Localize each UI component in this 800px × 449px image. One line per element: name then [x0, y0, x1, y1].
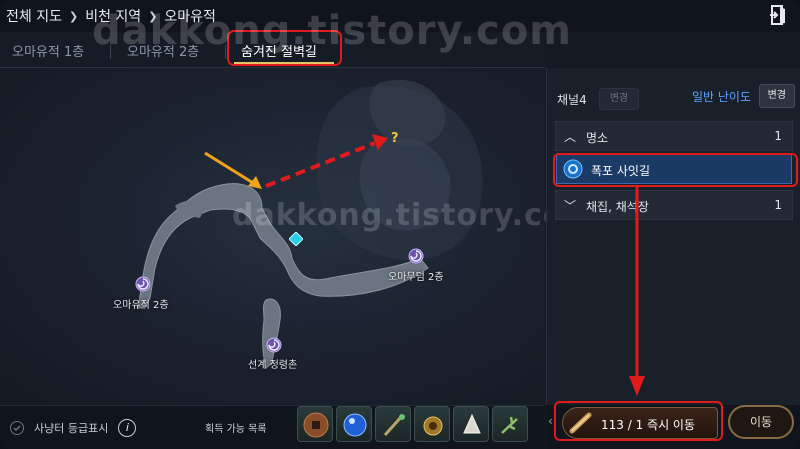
difficulty-change-button[interactable]: 변경 — [758, 84, 795, 108]
horn-icon[interactable] — [453, 406, 489, 442]
exit-door-icon[interactable] — [768, 4, 790, 26]
teleport-highlight-box — [554, 401, 723, 441]
channel-change-button[interactable]: 변경 — [598, 88, 640, 110]
tab-floor-1[interactable]: 오마유적 1층 — [12, 41, 84, 60]
map-terrain — [137, 79, 483, 369]
waypoint-icon[interactable] — [289, 232, 303, 246]
svg-text:?: ? — [391, 131, 399, 144]
map-view[interactable]: ? 오마유적 2층 오마무덤 2층 선계 정령촌 — [0, 68, 545, 405]
blue-orb-icon[interactable] — [336, 406, 372, 442]
amulet-icon[interactable] — [414, 406, 450, 442]
portal-icon[interactable] — [408, 248, 424, 264]
info-panel: 채널4 변경 일반 난이도 변경 ︿ 명소 1 폭포 사잇길 ﹀ 채집, 채석장… — [546, 68, 800, 405]
channel-row: 채널4 변경 — [557, 88, 640, 110]
branch-icon[interactable] — [492, 406, 528, 442]
chevron-down-icon: ﹀ — [564, 199, 577, 213]
section-gathering[interactable]: ﹀ 채집, 채석장 1 — [555, 190, 793, 220]
hunter-grade-label: 사냥터 등급표시 — [34, 422, 109, 435]
bottom-bar: 사냥터 등급표시 i 획득 가능 목록 — [0, 405, 545, 449]
portal-icon[interactable] — [135, 276, 151, 292]
watermark: dakkong.tistory.com — [232, 198, 597, 233]
info-icon[interactable]: i — [118, 419, 137, 437]
location-label-omamudeom-2f[interactable]: 오마무덤 2층 — [388, 268, 444, 283]
quest-marker-icon[interactable]: ? — [389, 130, 401, 144]
channel-label: 채널4 — [557, 92, 587, 107]
item-highlight-box — [553, 153, 798, 187]
breadcrumb-world-map[interactable]: 전체 지도 — [6, 6, 62, 26]
section-count: 1 — [774, 198, 782, 212]
move-button[interactable]: 이동 — [728, 405, 794, 439]
section-count: 1 — [774, 129, 782, 143]
staff-icon[interactable] — [375, 406, 411, 442]
location-label-omayujeok-2f[interactable]: 오마유적 2층 — [113, 296, 169, 311]
coin-icon[interactable] — [297, 406, 333, 442]
check-icon[interactable] — [10, 421, 24, 435]
location-label-spirit-village[interactable]: 선계 정령촌 — [248, 356, 297, 371]
chevron-up-icon: ︿ — [564, 130, 577, 144]
chevron-right-icon: ❯ — [68, 9, 79, 23]
hunter-grade-toggle[interactable]: 사냥터 등급표시 i — [10, 419, 137, 437]
annotation-arrow — [629, 186, 645, 396]
section-landmarks[interactable]: ︿ 명소 1 — [555, 121, 793, 151]
section-label: 명소 — [586, 131, 609, 145]
portal-icon[interactable] — [266, 337, 282, 353]
acquire-list-label: 획득 가능 목록 — [205, 424, 267, 435]
watermark: dakkong.tistory.com — [92, 8, 572, 54]
world-map-window: 전체 지도 ❯ 비천 지역 ❯ 오마유적 오마유적 1층 오마유적 2층 숨겨진… — [0, 0, 800, 449]
difficulty-label: 일반 난이도 — [691, 90, 751, 104]
chevron-left-icon[interactable]: ‹ — [548, 414, 553, 428]
